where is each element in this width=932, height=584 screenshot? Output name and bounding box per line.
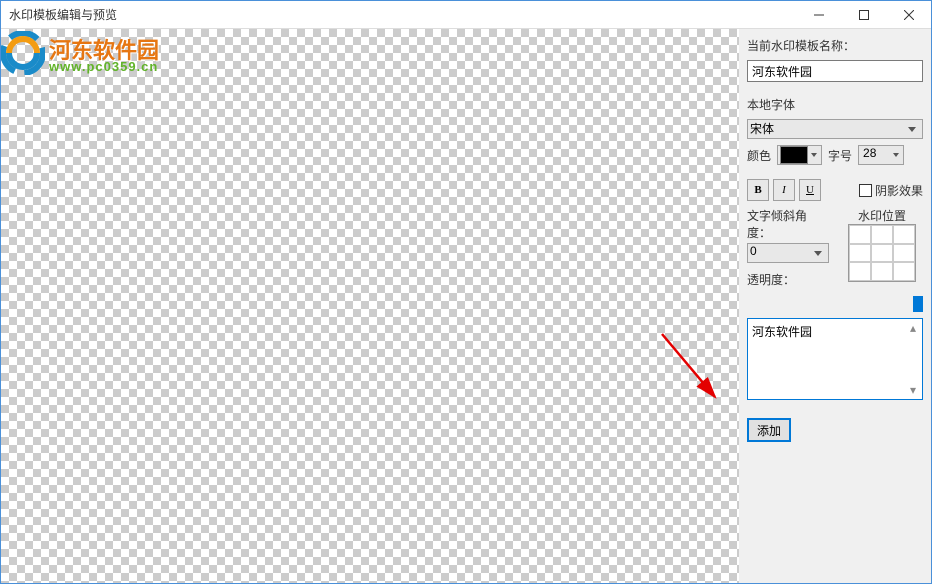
content-area: 河东软件园 www.pc0359.cn 当前水印模板名称： 本地字体 宋体 颜色… <box>1 29 931 583</box>
position-mc[interactable] <box>871 244 893 263</box>
angle-select[interactable]: 0 <box>747 243 829 263</box>
color-label: 颜色 <box>747 147 771 164</box>
position-br[interactable] <box>893 262 915 281</box>
position-bc[interactable] <box>871 262 893 281</box>
position-ml[interactable] <box>849 244 871 263</box>
logo-url: www.pc0359.cn <box>49 59 158 74</box>
canvas-preview[interactable]: 河东软件园 www.pc0359.cn <box>1 29 739 583</box>
window: 水印模板编辑与预览 河东软件园 www.pc0359.cn <box>0 0 932 584</box>
window-controls <box>796 1 931 28</box>
sidebar-panel: 当前水印模板名称： 本地字体 宋体 颜色 字号 28 B I U <box>739 29 931 583</box>
position-tc[interactable] <box>871 225 893 244</box>
window-title: 水印模板编辑与预览 <box>9 6 796 23</box>
opacity-label: 透明度： <box>747 271 829 288</box>
maximize-button[interactable] <box>841 1 886 29</box>
textarea-wrapper: 河东软件园 ▴ ▾ <box>747 318 923 400</box>
scroll-up-icon[interactable]: ▴ <box>905 320 921 336</box>
textarea-scrollbar: ▴ ▾ <box>905 320 921 398</box>
minimize-button[interactable] <box>796 1 841 29</box>
position-mr[interactable] <box>893 244 915 263</box>
format-row: B I U 阴影效果 <box>747 179 923 201</box>
titlebar: 水印模板编辑与预览 <box>1 1 931 29</box>
logo-watermark: 河东软件园 www.pc0359.cn <box>1 29 191 79</box>
color-select[interactable] <box>777 145 822 165</box>
position-bl[interactable] <box>849 262 871 281</box>
scroll-down-icon[interactable]: ▾ <box>905 382 921 398</box>
angle-label: 文字倾斜角度： <box>747 207 829 241</box>
angle-col: 文字倾斜角度： 0 透明度： <box>747 207 829 288</box>
template-name-input[interactable] <box>747 60 923 82</box>
watermark-text-input[interactable]: 河东软件园 ▴ ▾ <box>747 318 923 400</box>
annotation-arrow <box>657 329 727 409</box>
underline-button[interactable]: U <box>799 179 821 201</box>
color-size-row: 颜色 字号 28 <box>747 145 923 165</box>
shadow-checkbox-row: 阴影效果 <box>859 182 923 199</box>
logo-icon <box>1 31 45 75</box>
shadow-checkbox[interactable] <box>859 184 872 197</box>
color-swatch <box>780 146 808 164</box>
position-grid <box>848 224 916 282</box>
size-label: 字号 <box>828 147 852 164</box>
maximize-icon <box>859 10 869 20</box>
angle-position-row: 文字倾斜角度： 0 透明度： 水印位置 <box>747 207 923 288</box>
template-name-label: 当前水印模板名称： <box>747 37 923 54</box>
close-button[interactable] <box>886 1 931 29</box>
close-icon <box>904 10 914 20</box>
font-label: 本地字体 <box>747 96 923 113</box>
opacity-slider[interactable] <box>747 294 923 312</box>
bold-button[interactable]: B <box>747 179 769 201</box>
position-label: 水印位置 <box>858 207 906 224</box>
font-select[interactable]: 宋体 <box>747 119 923 139</box>
position-tl[interactable] <box>849 225 871 244</box>
format-buttons: B I U <box>747 179 821 201</box>
add-button[interactable]: 添加 <box>747 418 791 442</box>
position-col: 水印位置 <box>841 207 923 288</box>
shadow-label: 阴影效果 <box>875 182 923 199</box>
position-tr[interactable] <box>893 225 915 244</box>
minimize-icon <box>814 10 824 20</box>
italic-button[interactable]: I <box>773 179 795 201</box>
size-select[interactable]: 28 <box>858 145 904 165</box>
slider-thumb[interactable] <box>913 296 923 312</box>
